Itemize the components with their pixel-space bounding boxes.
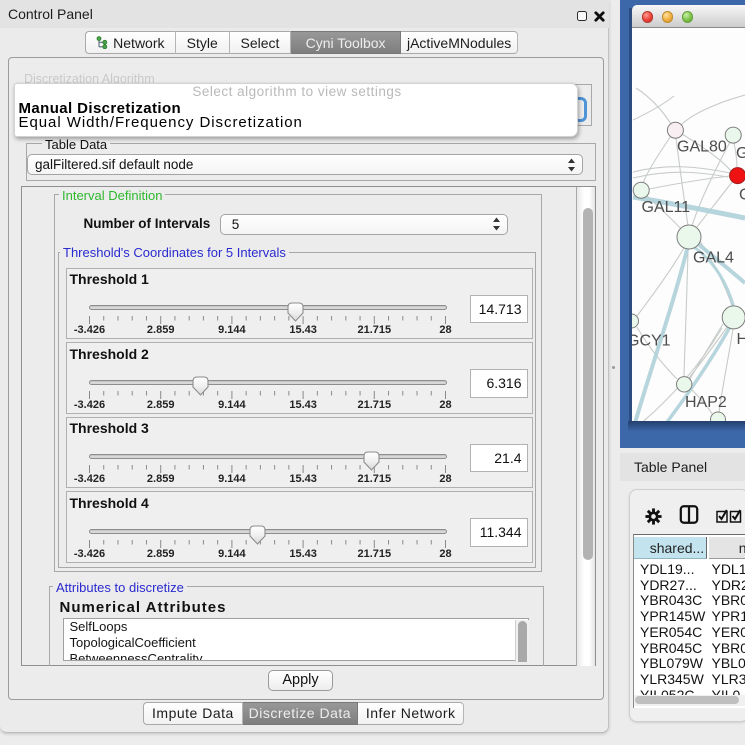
svg-text:GAL11: GAL11 <box>642 199 691 216</box>
svg-text:HAP2: HAP2 <box>685 394 727 411</box>
svg-text:GA: GA <box>736 145 745 162</box>
svg-text:GAL4: GAL4 <box>693 250 734 267</box>
svg-text:GCY1: GCY1 <box>632 333 671 350</box>
svg-text:C: C <box>739 187 745 204</box>
svg-text:GAL80: GAL80 <box>677 139 727 156</box>
svg-text:H: H <box>737 331 745 348</box>
